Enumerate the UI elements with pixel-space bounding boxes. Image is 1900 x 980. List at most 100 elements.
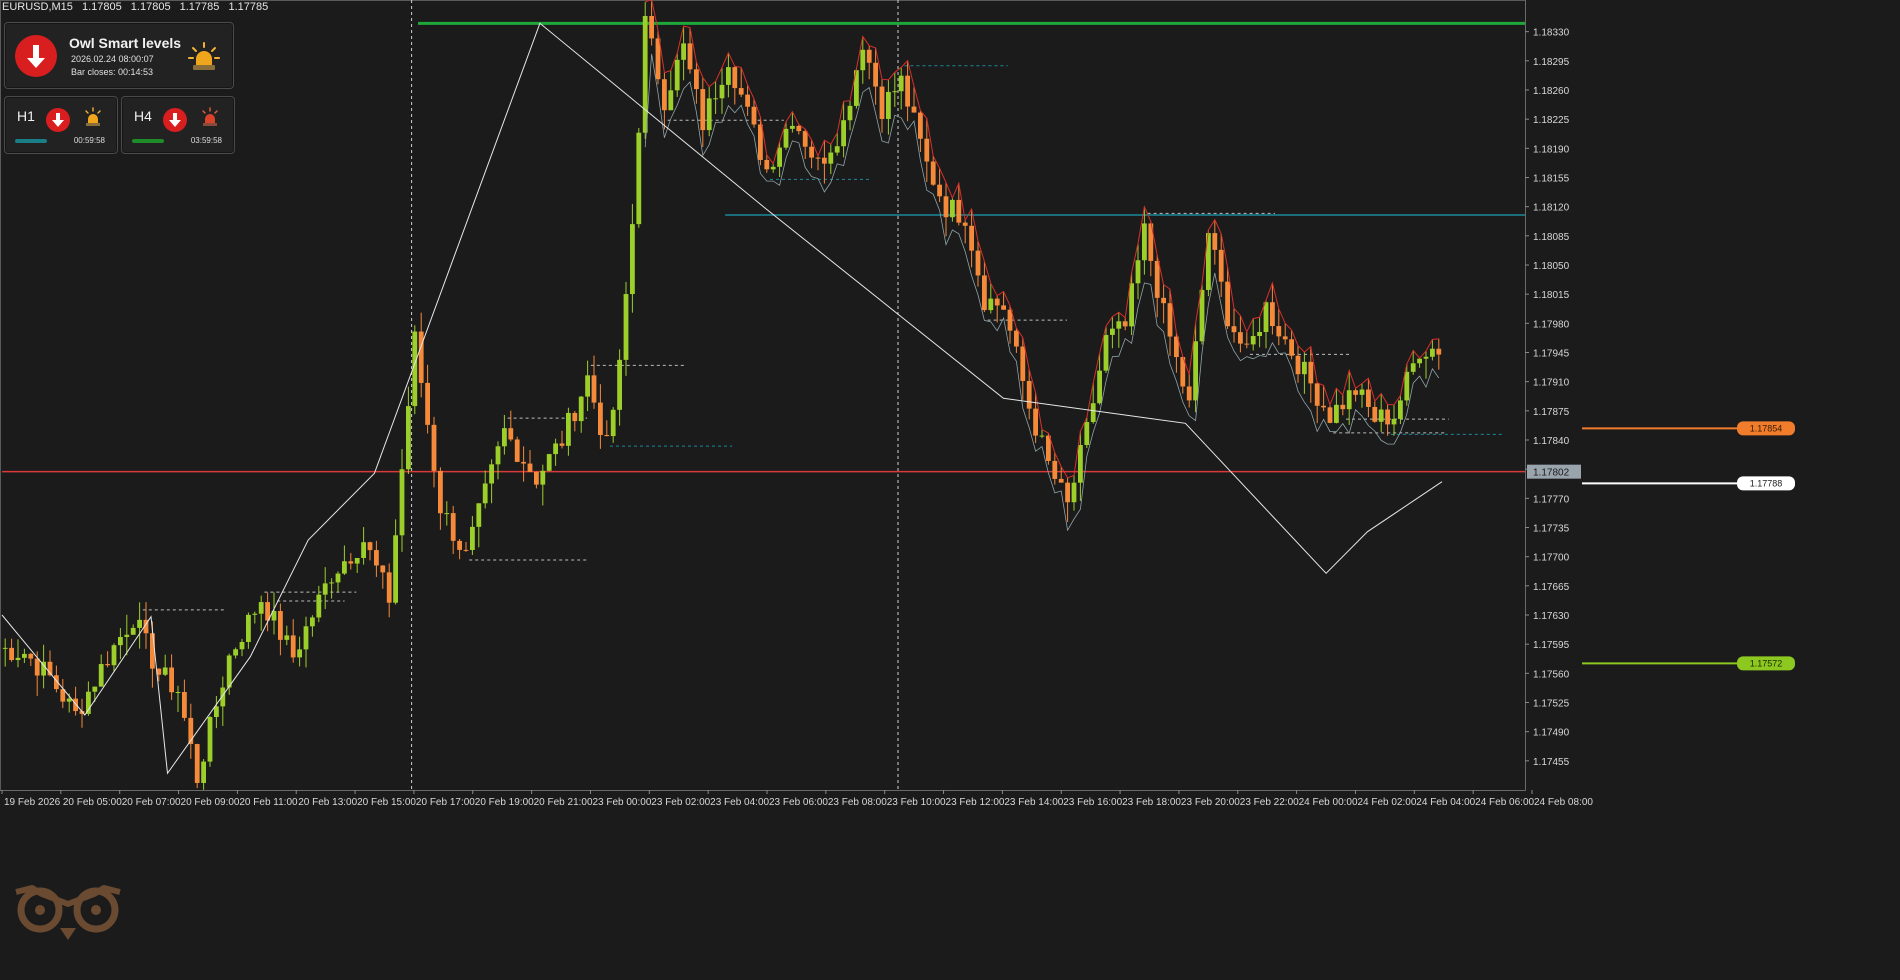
candle-body <box>1218 249 1224 282</box>
candle-body <box>905 75 910 107</box>
candle-body <box>982 275 987 311</box>
candle-body <box>1001 305 1006 310</box>
x-tick-label: 20 Feb 11:00 <box>239 797 298 808</box>
candle-body <box>1225 281 1230 327</box>
bar-close-timer: Bar closes: 00:14:53 <box>71 67 154 77</box>
y-tick-label: 1.18085 <box>1533 232 1570 243</box>
y-tick-label: 1.18120 <box>1533 203 1570 214</box>
candle-body <box>495 446 501 465</box>
candle-body <box>796 125 802 132</box>
candle-body <box>329 582 334 584</box>
timeframe-label: H4 <box>134 108 152 124</box>
candle-body <box>1302 361 1307 375</box>
candle-body <box>316 594 322 618</box>
y-tick-label: 1.17490 <box>1533 728 1570 739</box>
owl-main-panel[interactable]: Owl Smart levels 2026.02.24 08:00:07 Bar… <box>4 22 234 89</box>
x-tick-label: 20 Feb 21:00 <box>534 797 593 808</box>
candle-body <box>252 613 258 615</box>
candle-body <box>578 396 584 422</box>
candle-body <box>674 59 680 91</box>
x-tick-label: 24 Feb 00:00 <box>1299 797 1358 808</box>
candle-body <box>457 540 462 550</box>
x-tick-label: 23 Feb 16:00 <box>1063 797 1122 808</box>
arrow-down-icon <box>163 108 187 132</box>
candle-body <box>105 664 110 666</box>
candle-body <box>994 298 1000 306</box>
candle-body <box>322 583 328 595</box>
candle-body <box>34 658 40 676</box>
y-tick-label: 1.18225 <box>1533 115 1570 126</box>
candle-body <box>617 359 622 410</box>
ohlc-low: 1.17785 <box>179 1 220 13</box>
candle-body <box>924 138 930 162</box>
candle-body <box>418 331 424 383</box>
y-tick-label: 1.17525 <box>1533 699 1570 710</box>
candle-body <box>194 744 200 783</box>
candle-body <box>1193 341 1198 401</box>
candle-body <box>1398 400 1403 419</box>
candle-body <box>214 706 219 718</box>
x-tick-label: 20 Feb 17:00 <box>416 797 475 808</box>
candle-body <box>1167 303 1173 337</box>
candle-body <box>169 667 174 693</box>
y-tick-label: 1.17455 <box>1533 757 1570 768</box>
candle-body <box>943 196 949 218</box>
candle-body <box>918 112 923 139</box>
h4-panel[interactable]: H4 03:59:58 <box>121 96 235 154</box>
candle-body <box>175 692 181 694</box>
price-tag-label: 1.17572 <box>1750 658 1783 668</box>
candle-body <box>732 67 738 89</box>
candle-body <box>828 152 834 164</box>
candle-body <box>1340 404 1346 410</box>
candle-body <box>201 761 206 783</box>
x-tick-label: 20 Feb 19:00 <box>475 797 534 808</box>
candle-body <box>1014 330 1019 347</box>
candle-body <box>1417 358 1422 364</box>
siren-icon[interactable] <box>187 41 221 75</box>
candle-body <box>1142 223 1147 261</box>
candle-body <box>834 146 840 153</box>
candle-body <box>566 412 571 446</box>
candle-body <box>470 526 475 551</box>
candle-body <box>662 79 667 111</box>
candle-body <box>150 633 155 669</box>
candle-body <box>1116 321 1122 329</box>
candle-body <box>1199 289 1205 342</box>
candle-body <box>1250 336 1256 345</box>
x-tick-label: 23 Feb 04:00 <box>710 797 769 808</box>
x-tick-label: 23 Feb 14:00 <box>1004 797 1063 808</box>
candle-body <box>66 698 72 702</box>
candle-body <box>1097 370 1102 404</box>
candle-body <box>284 635 290 640</box>
candle-body <box>790 125 795 129</box>
x-tick-label: 20 Feb 09:00 <box>181 797 240 808</box>
price-chart[interactable]: 1.17854 1.17788 1.17572 1.18330 1.18295 1.18… <box>0 0 1900 980</box>
siren-icon[interactable] <box>82 107 104 129</box>
candle-body <box>1436 348 1442 355</box>
siren-icon[interactable] <box>199 107 221 129</box>
candle-body <box>1385 409 1390 425</box>
candle-body <box>649 16 654 39</box>
progress-bar <box>15 139 47 143</box>
lower-envelope-line <box>644 53 1440 532</box>
y-tick-label: 1.17980 <box>1533 319 1570 330</box>
candle-body <box>1052 460 1058 479</box>
candle-body <box>476 503 482 527</box>
candle-body <box>1295 355 1301 375</box>
x-tick-label: 24 Feb 04:00 <box>1416 797 1475 808</box>
candle-body <box>380 565 386 573</box>
candle-body <box>751 106 757 125</box>
candle-body <box>1321 405 1326 408</box>
candle-body <box>879 86 885 119</box>
candle-body <box>815 157 821 159</box>
candle-body <box>809 146 814 158</box>
candle-body <box>1308 361 1314 384</box>
candle-body <box>534 471 539 485</box>
candle-body <box>598 402 603 435</box>
y-tick-label: 1.18155 <box>1533 174 1570 185</box>
y-tick-label: 1.17595 <box>1533 640 1570 651</box>
candle-body <box>713 98 718 100</box>
h1-panel[interactable]: H1 00:59:58 <box>4 96 118 154</box>
candle-body <box>1238 332 1243 344</box>
candle-body <box>962 222 968 226</box>
